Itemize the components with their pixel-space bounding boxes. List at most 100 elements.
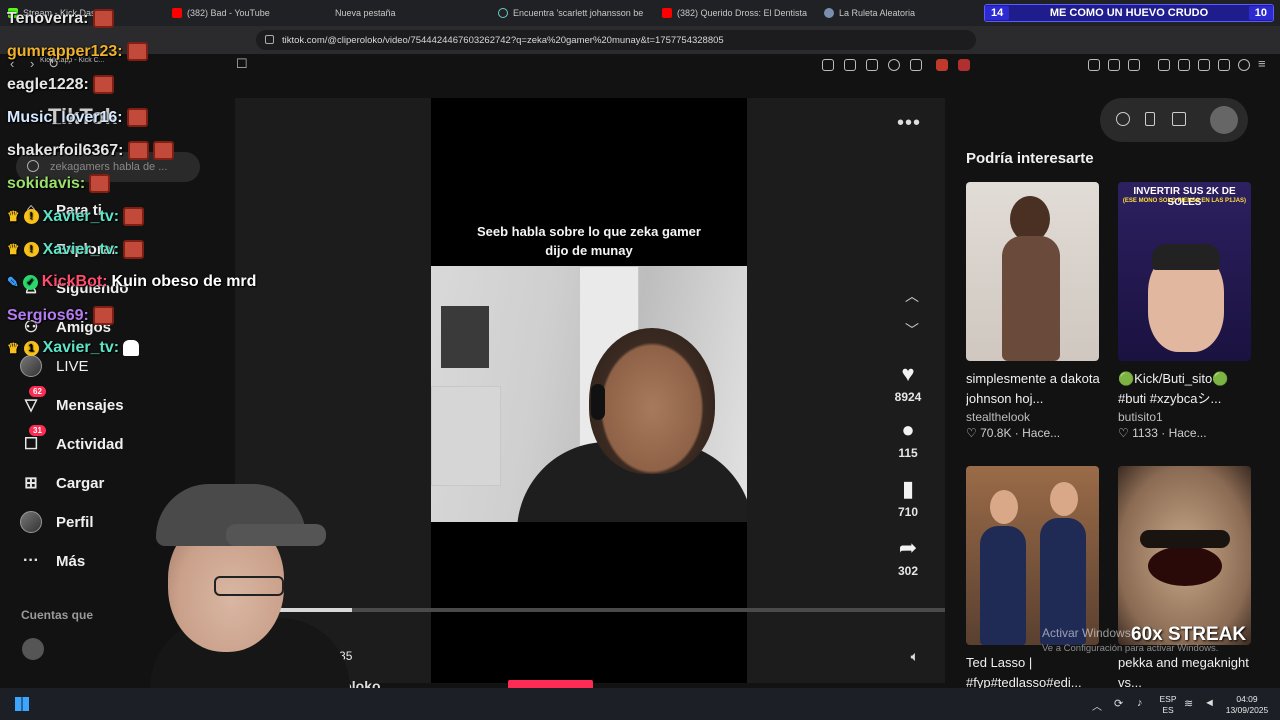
- sidebar-item-actividad[interactable]: ☐ 31 Actividad: [20, 425, 124, 455]
- tab-youtube-dross[interactable]: (382) Querido Dross: El Dentista - Yo: [662, 5, 807, 21]
- system-clock[interactable]: 04:09 13/09/2025: [1222, 694, 1272, 716]
- rec-author-2[interactable]: butisito1: [1118, 410, 1252, 424]
- streak-counter: 60x STREAK: [1131, 624, 1247, 645]
- rec-title-3: Ted Lasso | #fyp#tedlasso#edi...: [966, 655, 1082, 690]
- music-icon[interactable]: [1158, 59, 1170, 71]
- tab-new[interactable]: Nueva pestaña: [335, 5, 485, 21]
- tray-mic-icon[interactable]: ♪: [1137, 697, 1143, 709]
- rec-title-2: 🟢Kick/Buti_sito🟢 #buti #xzybcaシ...: [1118, 371, 1229, 406]
- tray-wifi-icon[interactable]: ≋: [1184, 697, 1193, 710]
- bookmark-count: 710: [897, 505, 919, 519]
- bot-wrench-icon: ✎: [7, 273, 19, 290]
- rec-thumbnail-1[interactable]: [966, 182, 1099, 361]
- comment-icon: ●: [901, 417, 915, 442]
- wallet-icon[interactable]: [1198, 59, 1210, 71]
- tab-ruleta[interactable]: La Ruleta Aleatoria: [824, 5, 969, 21]
- stream-chat-overlay: Tenoverra: gumrapper123: eagle1228: Musi…: [0, 0, 300, 400]
- bookmark-button[interactable]: ▮ 710: [890, 476, 926, 520]
- youtube-icon: [662, 8, 672, 18]
- emote-icon: [92, 306, 114, 325]
- rec-thumbnail-4[interactable]: [1118, 466, 1251, 645]
- sidebar-item-mas[interactable]: ··· Más: [20, 550, 85, 572]
- rec-title-4: pekka and megaknight vs...: [1118, 655, 1249, 690]
- sidebar-icon[interactable]: [1178, 59, 1190, 71]
- more-icon: ···: [23, 552, 39, 569]
- address-bar[interactable]: tiktok.com/@cliperoloko/video/7544424467…: [256, 30, 976, 50]
- rec-thumbnail-3[interactable]: [966, 466, 1099, 645]
- activity-badge: 31: [29, 425, 46, 436]
- rec-card-3[interactable]: Ted Lasso | #fyp#tedlasso#edi...: [966, 466, 1100, 693]
- chat-message: sokidavis:: [7, 174, 111, 193]
- vpn-icon[interactable]: [1238, 59, 1250, 71]
- extensions-puzzle-icon[interactable]: [1108, 59, 1120, 71]
- profile-avatar: [20, 511, 42, 533]
- emote-icon: [126, 108, 148, 127]
- video-frame[interactable]: Seeb habla sobre lo que zeka gamer dijo …: [431, 98, 747, 683]
- chat-message: shakerfoil6367:: [7, 141, 174, 160]
- chat-message: Music_lover16:: [7, 108, 148, 127]
- sidebar-item-perfil[interactable]: Perfil: [20, 511, 94, 533]
- bookmark-icon: ▮: [901, 476, 915, 501]
- emote-icon: [152, 141, 174, 160]
- next-video-icon[interactable]: ﹀: [905, 320, 919, 340]
- share-button[interactable]: ➦ 302: [890, 536, 926, 579]
- extension-diamond-icon[interactable]: [1088, 59, 1100, 71]
- windows-start-icon[interactable]: [15, 697, 29, 711]
- sidebar-item-cargar[interactable]: ⊞ Cargar: [20, 472, 104, 494]
- tray-volume-icon[interactable]: ◄: [1204, 697, 1215, 709]
- video-caption: Seeb habla sobre lo que zeka gamer dijo …: [477, 224, 701, 258]
- rec-thumbnail-2[interactable]: INVERTIR SUS 2K DE SOLES (ESE MONO SOLO …: [1118, 182, 1251, 361]
- following-accounts-header: Cuentas que: [21, 608, 94, 622]
- extension-shield-icon[interactable]: [936, 59, 948, 71]
- badge-icon: !: [23, 209, 39, 224]
- translate-icon[interactable]: [866, 59, 878, 71]
- chat-message: Sergios69:: [7, 306, 114, 325]
- rec-author-1[interactable]: stealthelook: [966, 410, 1100, 424]
- device-icon[interactable]: [1145, 112, 1155, 126]
- download-icon[interactable]: [1172, 112, 1186, 126]
- rec-card-4[interactable]: pekka and megaknight vs...: [1118, 466, 1252, 693]
- menu-icon[interactable]: ≡: [1258, 56, 1266, 71]
- volume-icon[interactable]: 🔈︎: [911, 648, 919, 665]
- language-indicator[interactable]: ESP ES: [1158, 694, 1178, 716]
- chat-message: ✎ ✓ KickBot: Kuin obeso de mrd: [7, 273, 257, 290]
- ghost-emote-icon: [123, 340, 140, 356]
- following-account-avatar[interactable]: [22, 638, 44, 660]
- rec-title-1: simplesmente a dakota johnson hoj...: [966, 371, 1100, 406]
- like-count: 8924: [894, 390, 922, 404]
- more-options-icon[interactable]: •••: [897, 112, 921, 135]
- screenshot-icon[interactable]: [1128, 59, 1140, 71]
- tray-network-icon[interactable]: ⟳: [1114, 697, 1123, 710]
- rec-card-1[interactable]: simplesmente a dakota johnson hoj... ste…: [966, 182, 1100, 440]
- rec-meta-1: ♡ 70.8K · Hace...: [966, 426, 1061, 440]
- banner-left-count: 14: [985, 6, 1010, 20]
- emote-icon: [92, 75, 114, 94]
- emote-icon: [92, 9, 114, 28]
- video-content-image: [431, 266, 747, 522]
- crown-icon: ♛: [7, 339, 20, 356]
- coins-icon[interactable]: [1116, 112, 1130, 126]
- cast-icon[interactable]: [844, 59, 856, 71]
- reader-icon[interactable]: [822, 59, 834, 71]
- share-icon[interactable]: [910, 59, 922, 71]
- crown-icon: ♛: [7, 208, 20, 224]
- emote-icon: [123, 207, 145, 226]
- extension-alert-icon[interactable]: [958, 59, 970, 71]
- windows-activation-watermark: Activar Windows: [1042, 626, 1131, 640]
- windows-taskbar: ︿ ⟳ ♪ ESP ES ≋ ◄ 04:09 13/09/2025: [0, 688, 1280, 720]
- badge-icon: 1: [23, 340, 39, 356]
- like-button[interactable]: ♥ 8924: [890, 362, 926, 405]
- tray-chevron-icon[interactable]: ︿: [1092, 698, 1102, 713]
- comment-button[interactable]: ● 115: [890, 417, 926, 461]
- chat-message: Tenoverra:: [7, 9, 114, 28]
- chat-message: ♛ 1 Xavier_tv:: [7, 339, 140, 357]
- tab-tiktok-search[interactable]: Encuentra 'scarlett johansson beso c: [498, 5, 643, 21]
- zoom-icon[interactable]: [888, 59, 900, 71]
- previous-video-icon[interactable]: ︿: [905, 286, 919, 306]
- user-avatar[interactable]: [1210, 106, 1238, 134]
- chat-message: gumrapper123:: [7, 42, 148, 61]
- globe-icon: [824, 8, 834, 18]
- emote-icon: [123, 240, 145, 259]
- ai-icon[interactable]: [1218, 59, 1230, 71]
- rec-card-2[interactable]: INVERTIR SUS 2K DE SOLES (ESE MONO SOLO …: [1118, 182, 1252, 440]
